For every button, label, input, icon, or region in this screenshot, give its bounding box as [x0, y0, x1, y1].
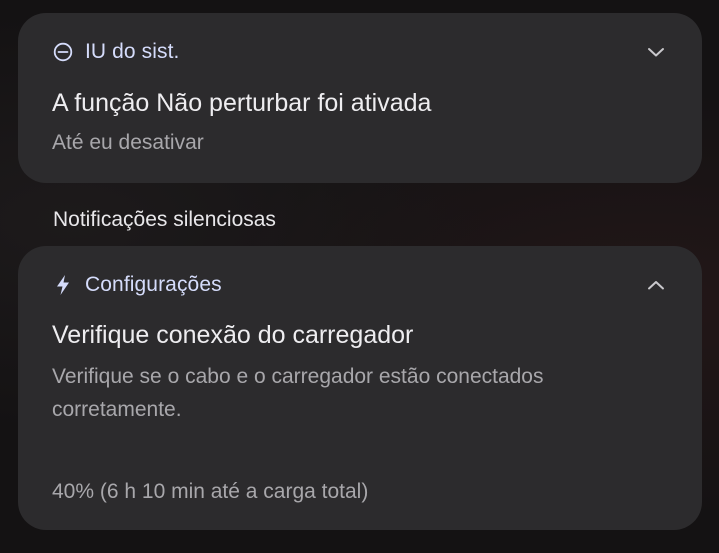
- notification-subtitle: Até eu desativar: [52, 131, 204, 154]
- lightning-bolt-icon: [52, 274, 74, 296]
- collapse-chevron-up-icon[interactable]: [644, 273, 668, 297]
- notification-title: A função Não perturbar foi ativada: [52, 89, 432, 117]
- expand-chevron-down-icon[interactable]: [644, 40, 668, 64]
- silent-notifications-header: Notificações silenciosas: [53, 208, 276, 231]
- do-not-disturb-icon: [52, 41, 74, 63]
- charger-notification-card[interactable]: Configurações Verifique conexão do carre…: [18, 246, 702, 530]
- charging-progress-text: 40% (6 h 10 min até a carga total): [52, 480, 369, 503]
- notification-app-name: Configurações: [85, 273, 222, 296]
- dnd-notification-card[interactable]: IU do sist. A função Não perturbar foi a…: [18, 13, 702, 183]
- notification-body: Verifique se o cabo e o carregador estão…: [52, 365, 544, 421]
- notification-app-row: IU do sist.: [52, 38, 179, 66]
- notification-app-row: Configurações: [52, 271, 222, 299]
- notification-app-name: IU do sist.: [85, 40, 180, 63]
- notification-title: Verifique conexão do carregador: [52, 321, 414, 349]
